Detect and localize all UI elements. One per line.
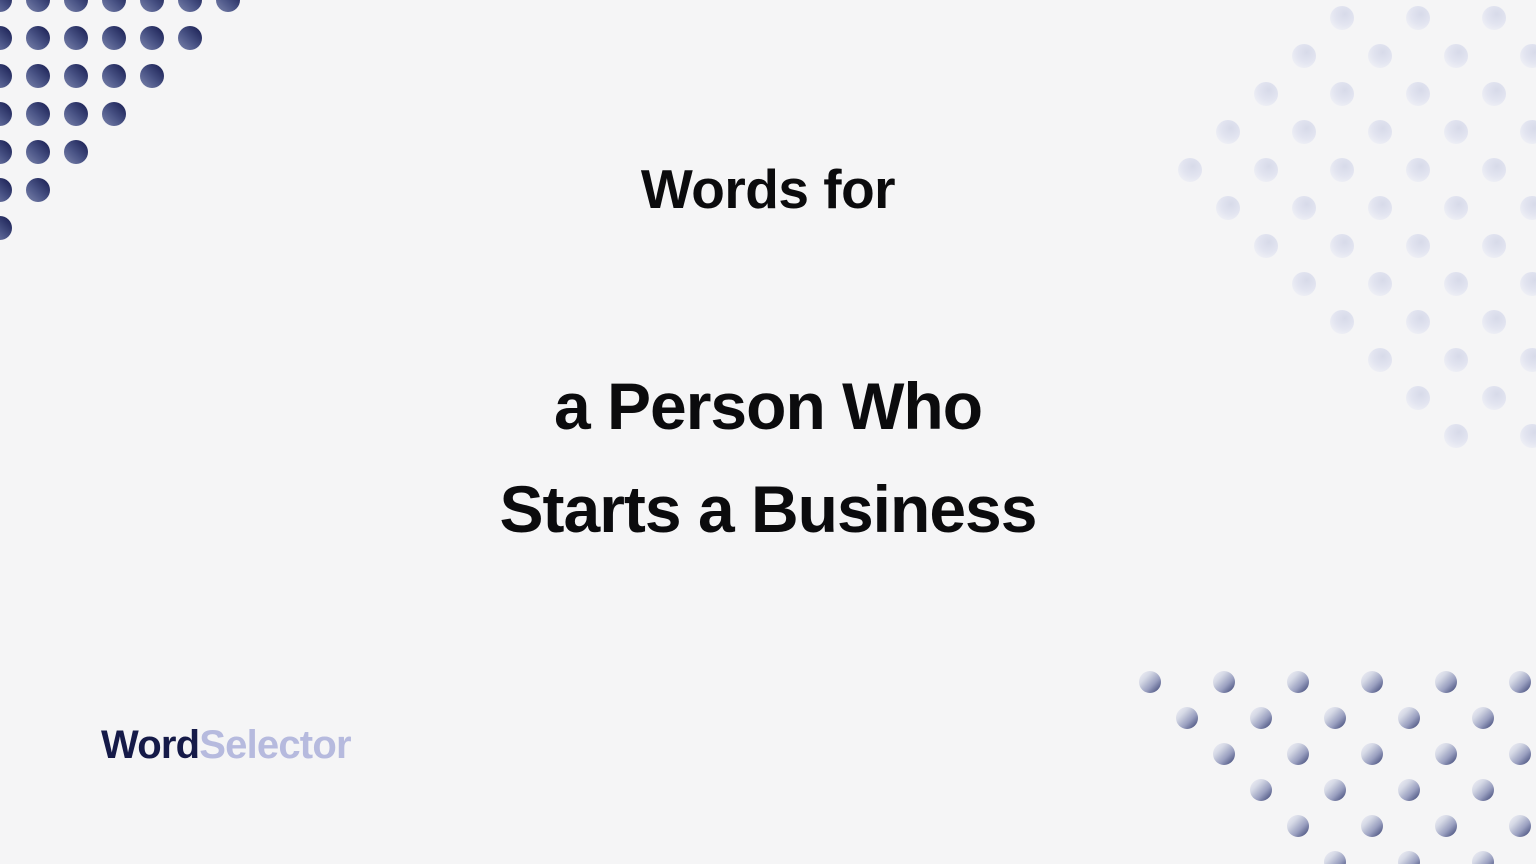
- page-title: a Person Who Starts a Business: [0, 355, 1536, 561]
- poster-canvas: Words for a Person Who Starts a Business…: [0, 0, 1536, 864]
- page-eyebrow-title: Words for: [640, 158, 896, 220]
- poster-content: Words for a Person Who Starts a Business…: [0, 0, 1536, 864]
- brand-logo-secondary: Selector: [199, 723, 351, 767]
- brand-logo-primary: Word: [101, 723, 200, 767]
- page-title-line-2: Starts a Business: [499, 472, 1038, 547]
- brand-logo[interactable]: WordSelector: [101, 719, 352, 771]
- page-title-line-1: a Person Who: [553, 369, 983, 444]
